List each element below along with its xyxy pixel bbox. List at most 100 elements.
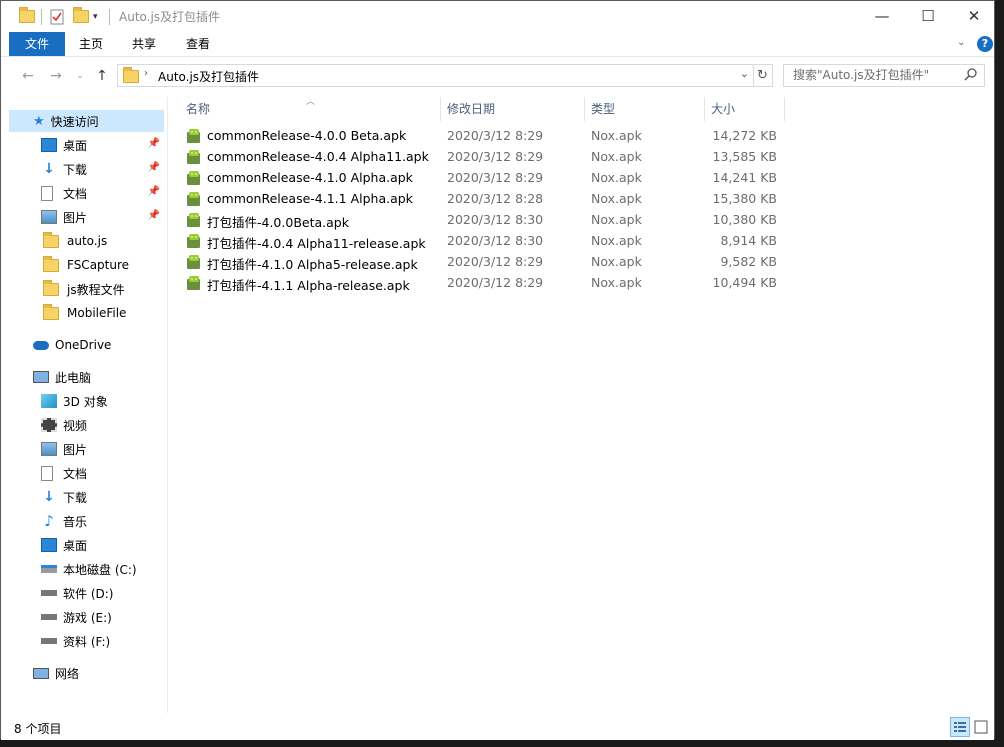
- sidebar-item-desktop[interactable]: 桌面 📌: [9, 134, 164, 156]
- sidebar-item-pictures[interactable]: 图片 📌: [9, 206, 164, 228]
- customize-toolbar-icon[interactable]: ▾: [93, 1, 98, 32]
- tab-view[interactable]: 查看: [173, 32, 223, 56]
- folder-icon: [123, 67, 139, 83]
- sidebar-item-label: 快速访问: [50, 114, 99, 129]
- file-name[interactable]: 打包插件-4.1.0 Alpha5-release.apk: [207, 254, 418, 273]
- music-icon: ♪: [44, 512, 54, 530]
- file-type: Nox.apk: [591, 254, 642, 269]
- sidebar-item-label: 软件 (D:): [63, 586, 114, 601]
- table-row[interactable]: commonRelease-4.0.0 Beta.apk 2020/3/12 8:…: [186, 126, 786, 147]
- search-input[interactable]: 搜索"Auto.js及打包插件": [783, 64, 985, 87]
- drive-icon: [41, 590, 57, 596]
- pin-icon[interactable]: 📌: [148, 138, 160, 149]
- column-header-size[interactable]: 大小: [705, 97, 784, 121]
- file-name[interactable]: 打包插件-4.0.4 Alpha11-release.apk: [207, 233, 426, 252]
- sidebar-item-3d-objects[interactable]: 3D 对象: [9, 390, 164, 412]
- sidebar-item-pc-pictures[interactable]: 图片: [9, 438, 164, 460]
- column-divider[interactable]: [784, 97, 785, 121]
- tab-file[interactable]: 文件: [9, 32, 65, 56]
- table-row[interactable]: 打包插件-4.1.0 Alpha5-release.apk 2020/3/12 8…: [186, 252, 786, 273]
- refresh-button[interactable]: ↻: [753, 64, 773, 87]
- table-row[interactable]: commonRelease-4.1.1 Alpha.apk 2020/3/12 8…: [186, 189, 786, 210]
- file-name[interactable]: 打包插件-4.0.0Beta.apk: [207, 212, 349, 231]
- chevron-right-icon[interactable]: ›: [144, 68, 148, 79]
- drive-icon: [41, 638, 57, 644]
- up-button[interactable]: ↑: [91, 66, 113, 86]
- sidebar-item-drive-d[interactable]: 软件 (D:): [9, 582, 164, 604]
- forward-button[interactable]: →: [45, 66, 67, 86]
- sidebar-item-fscapture[interactable]: FSCapture: [9, 254, 164, 276]
- sidebar-item-pc-desktop[interactable]: 桌面: [9, 534, 164, 556]
- file-name[interactable]: 打包插件-4.1.1 Alpha-release.apk: [207, 275, 410, 294]
- address-dropdown-icon[interactable]: ⌄: [740, 67, 749, 80]
- maximize-button[interactable]: ☐: [905, 1, 951, 32]
- sidebar-item-label: 音乐: [63, 514, 88, 529]
- back-button[interactable]: ←: [17, 66, 39, 86]
- table-row[interactable]: 打包插件-4.1.1 Alpha-release.apk 2020/3/12 8:…: [186, 273, 786, 294]
- sidebar-item-pc-documents[interactable]: 文档: [9, 462, 164, 484]
- sidebar-item-pc-downloads[interactable]: ↓ 下载: [9, 486, 164, 508]
- sidebar-item-label: 视频: [63, 418, 88, 433]
- table-row[interactable]: 打包插件-4.0.0Beta.apk 2020/3/12 8:30 Nox.apk 1…: [186, 210, 786, 231]
- address-path[interactable]: Auto.js及打包插件: [158, 68, 259, 85]
- document-icon: [41, 465, 53, 481]
- apk-file-icon: [187, 150, 200, 164]
- sidebar-item-videos[interactable]: 视频: [9, 414, 164, 436]
- new-folder-icon[interactable]: [73, 1, 89, 32]
- close-button[interactable]: ✕: [951, 1, 997, 32]
- file-size: 9,582 KB: [720, 254, 777, 269]
- column-header-date[interactable]: 修改日期: [441, 97, 584, 121]
- file-date: 2020/3/12 8:30: [447, 233, 544, 248]
- sort-ascending-icon: ︿: [306, 97, 316, 107]
- large-icons-view-button[interactable]: [971, 717, 991, 737]
- sidebar-item-label: 文档: [63, 466, 88, 481]
- help-icon[interactable]: ?: [977, 36, 993, 52]
- sidebar-item-quick-access[interactable]: ★ 快速访问: [9, 110, 164, 132]
- file-name[interactable]: commonRelease-4.0.4 Alpha11.apk: [207, 149, 429, 164]
- sidebar-item-music[interactable]: ♪ 音乐: [9, 510, 164, 532]
- sidebar-item-label: 资料 (F:): [63, 634, 111, 649]
- chevron-down-icon[interactable]: ⌄: [957, 37, 965, 48]
- table-row[interactable]: commonRelease-4.0.4 Alpha11.apk 2020/3/12…: [186, 147, 786, 168]
- pin-icon[interactable]: 📌: [148, 210, 160, 221]
- table-row[interactable]: 打包插件-4.0.4 Alpha11-release.apk 2020/3/12 …: [186, 231, 786, 252]
- sidebar-item-mobilefile[interactable]: MobileFile: [9, 302, 164, 324]
- recent-locations-button[interactable]: ⌄: [69, 66, 91, 86]
- sidebar-item-label: auto.js: [67, 234, 108, 248]
- sidebar-item-label: 图片: [63, 210, 88, 225]
- sidebar-item-this-pc[interactable]: 此电脑: [9, 366, 164, 388]
- download-icon: ↓: [43, 161, 55, 177]
- properties-icon[interactable]: [49, 1, 65, 32]
- tab-share[interactable]: 共享: [119, 32, 169, 56]
- apk-file-icon: [187, 171, 200, 185]
- sidebar-item-downloads[interactable]: ↓ 下载 📌: [9, 158, 164, 180]
- search-icon[interactable]: [964, 67, 978, 84]
- ribbon: 文件 主页 共享 查看 ⌄ ?: [1, 32, 994, 57]
- file-size: 14,241 KB: [712, 170, 777, 185]
- sidebar-item-network[interactable]: 网络: [9, 662, 164, 684]
- sidebar-item-label: OneDrive: [55, 338, 112, 352]
- details-view-button[interactable]: [950, 717, 970, 737]
- sidebar-item-drive-f[interactable]: 资料 (F:): [9, 630, 164, 652]
- minimize-button[interactable]: —: [859, 1, 905, 32]
- sidebar-item-drive-e[interactable]: 游戏 (E:): [9, 606, 164, 628]
- file-type: Nox.apk: [591, 128, 642, 143]
- file-date: 2020/3/12 8:29: [447, 170, 544, 185]
- tab-home[interactable]: 主页: [67, 32, 115, 56]
- pin-icon[interactable]: 📌: [148, 162, 160, 173]
- sidebar-item-autojs[interactable]: auto.js: [9, 230, 164, 252]
- sidebar-item-js-tutorials[interactable]: js教程文件: [9, 278, 164, 300]
- column-header-type[interactable]: 类型: [585, 97, 704, 121]
- sidebar-item-documents[interactable]: 文档 📌: [9, 182, 164, 204]
- file-name[interactable]: commonRelease-4.0.0 Beta.apk: [207, 128, 406, 143]
- file-date: 2020/3/12 8:29: [447, 254, 544, 269]
- file-size: 10,494 KB: [712, 275, 777, 290]
- pin-icon[interactable]: 📌: [148, 186, 160, 197]
- address-bar[interactable]: › Auto.js及打包插件 ⌄: [117, 64, 754, 87]
- file-size: 15,380 KB: [712, 191, 777, 206]
- file-name[interactable]: commonRelease-4.1.0 Alpha.apk: [207, 170, 413, 185]
- file-name[interactable]: commonRelease-4.1.1 Alpha.apk: [207, 191, 413, 206]
- sidebar-item-onedrive[interactable]: OneDrive: [9, 334, 164, 356]
- sidebar-item-drive-c[interactable]: 本地磁盘 (C:): [9, 558, 164, 580]
- table-row[interactable]: commonRelease-4.1.0 Alpha.apk 2020/3/12 8…: [186, 168, 786, 189]
